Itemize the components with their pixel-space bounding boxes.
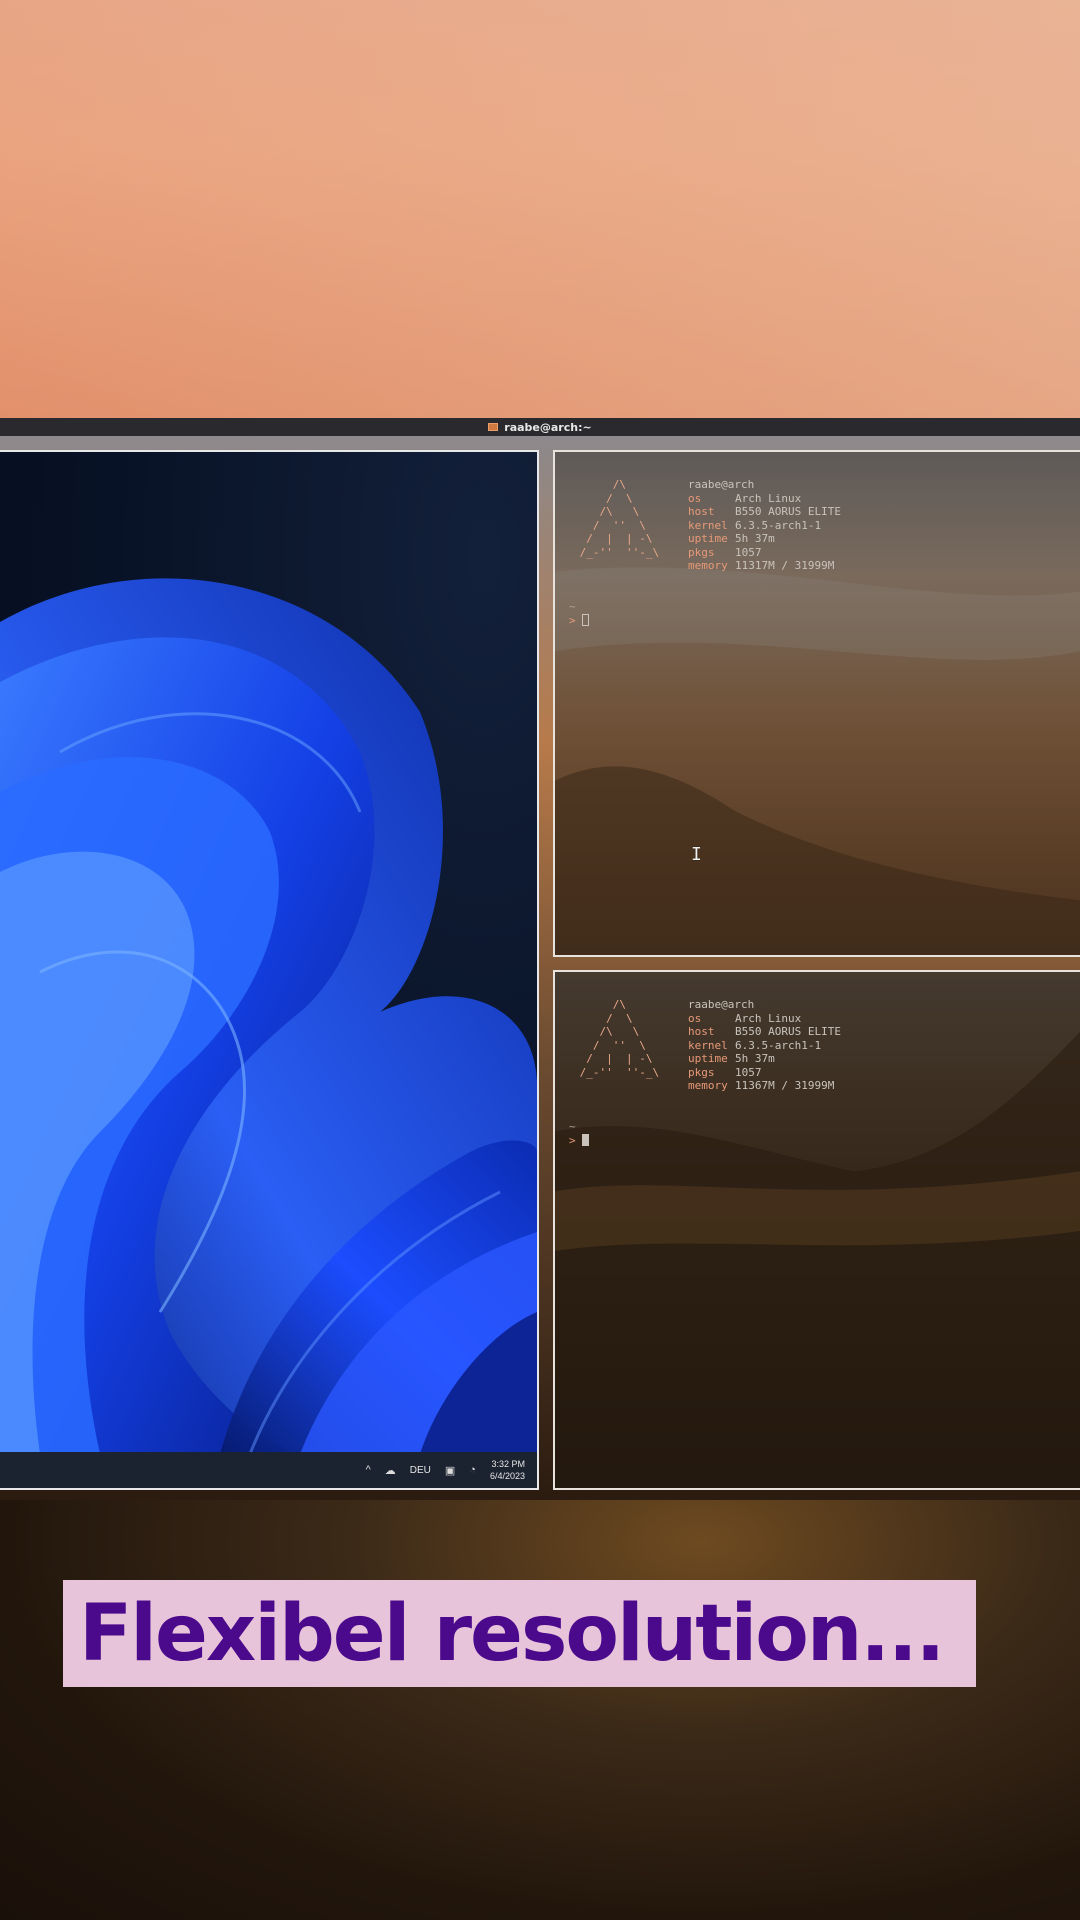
info-row-kernel: kernel 6.3.5-arch1-1 — [688, 518, 822, 532]
info-row-kernel: kernel 6.3.5-arch1-1 — [688, 1038, 822, 1052]
text-cursor — [581, 614, 589, 626]
arch-logo-ascii: /\ / \ /\ \ / '' \ / | | -\ /_-'' ''-_\ — [579, 998, 660, 1079]
user-host: raabe@arch — [688, 998, 755, 1011]
info-row-host: host B550 AORUS ELITE — [688, 1025, 841, 1038]
windows-vm-window[interactable]: ^ ☁ DEU ▣ ◔ 3:32 PM 6/4/2023 — [0, 450, 539, 1490]
fetch-info: raabe@arch os Arch Linux host B550 AORUS E… — [688, 478, 841, 573]
shell-prompt[interactable]: > — [569, 614, 589, 627]
info-row-os: os Arch Linux — [688, 491, 802, 505]
wallpaper-sky — [0, 0, 1080, 418]
caption-banner: Flexibel resolution... — [63, 1580, 976, 1687]
info-row-memory: memory 11317M / 31999M — [688, 559, 835, 572]
top-bar[interactable]: raabe@arch:~ — [0, 418, 1080, 436]
info-row-pkgs: pkgs 1057 — [688, 1065, 762, 1079]
arch-logo-ascii: /\ / \ /\ \ / '' \ / | | -\ /_-'' ''-_\ — [579, 478, 660, 559]
ibeam-mouse-cursor-icon: I — [691, 844, 702, 865]
info-row-host: host B550 AORUS ELITE — [688, 505, 841, 518]
info-row-uptime: uptime 5h 37m — [688, 1052, 775, 1065]
notes-icon[interactable]: ▣ — [445, 1464, 455, 1477]
window-title: raabe@arch:~ — [504, 420, 592, 434]
windows-taskbar: ^ ☁ DEU ▣ ◔ 3:32 PM 6/4/2023 — [0, 1452, 537, 1488]
terminal-window-top[interactable]: /\ / \ /\ \ / '' \ / | | -\ /_-'' ''-_\ … — [553, 450, 1080, 957]
terminal-window-bottom[interactable]: /\ / \ /\ \ / '' \ / | | -\ /_-'' ''-_\ … — [553, 970, 1080, 1490]
show-hidden-icons-chevron-icon[interactable]: ^ — [366, 1464, 371, 1476]
user-host: raabe@arch — [688, 478, 755, 491]
taskbar-clock[interactable]: 3:32 PM 6/4/2023 — [490, 1458, 525, 1482]
language-indicator[interactable]: DEU — [410, 1465, 431, 1476]
wallpaper-bottom — [0, 1500, 1080, 1920]
cwd-tilde: ~ — [569, 1120, 576, 1133]
cloud-icon[interactable]: ☁ — [385, 1464, 396, 1477]
windows-bloom-wallpaper — [0, 578, 537, 1454]
info-row-pkgs: pkgs 1057 — [688, 545, 762, 559]
info-row-memory: memory 11367M / 31999M — [688, 1079, 835, 1092]
terminal-window-icon — [488, 423, 499, 431]
info-row-uptime: uptime 5h 37m — [688, 532, 775, 545]
shell-prompt[interactable]: > — [569, 1134, 589, 1147]
cwd-tilde: ~ — [569, 600, 576, 613]
text-cursor — [581, 1134, 589, 1146]
info-row-os: os Arch Linux — [688, 1011, 802, 1025]
clock-date: 6/4/2023 — [489, 1471, 525, 1481]
fetch-info: raabe@arch os Arch Linux host B550 AORUS E… — [688, 998, 841, 1093]
clock-time: 3:32 PM — [491, 1459, 525, 1469]
caption-text: Flexibel resolution... — [79, 1588, 945, 1679]
network-sound-icon[interactable]: ◔ — [469, 1464, 476, 1476]
